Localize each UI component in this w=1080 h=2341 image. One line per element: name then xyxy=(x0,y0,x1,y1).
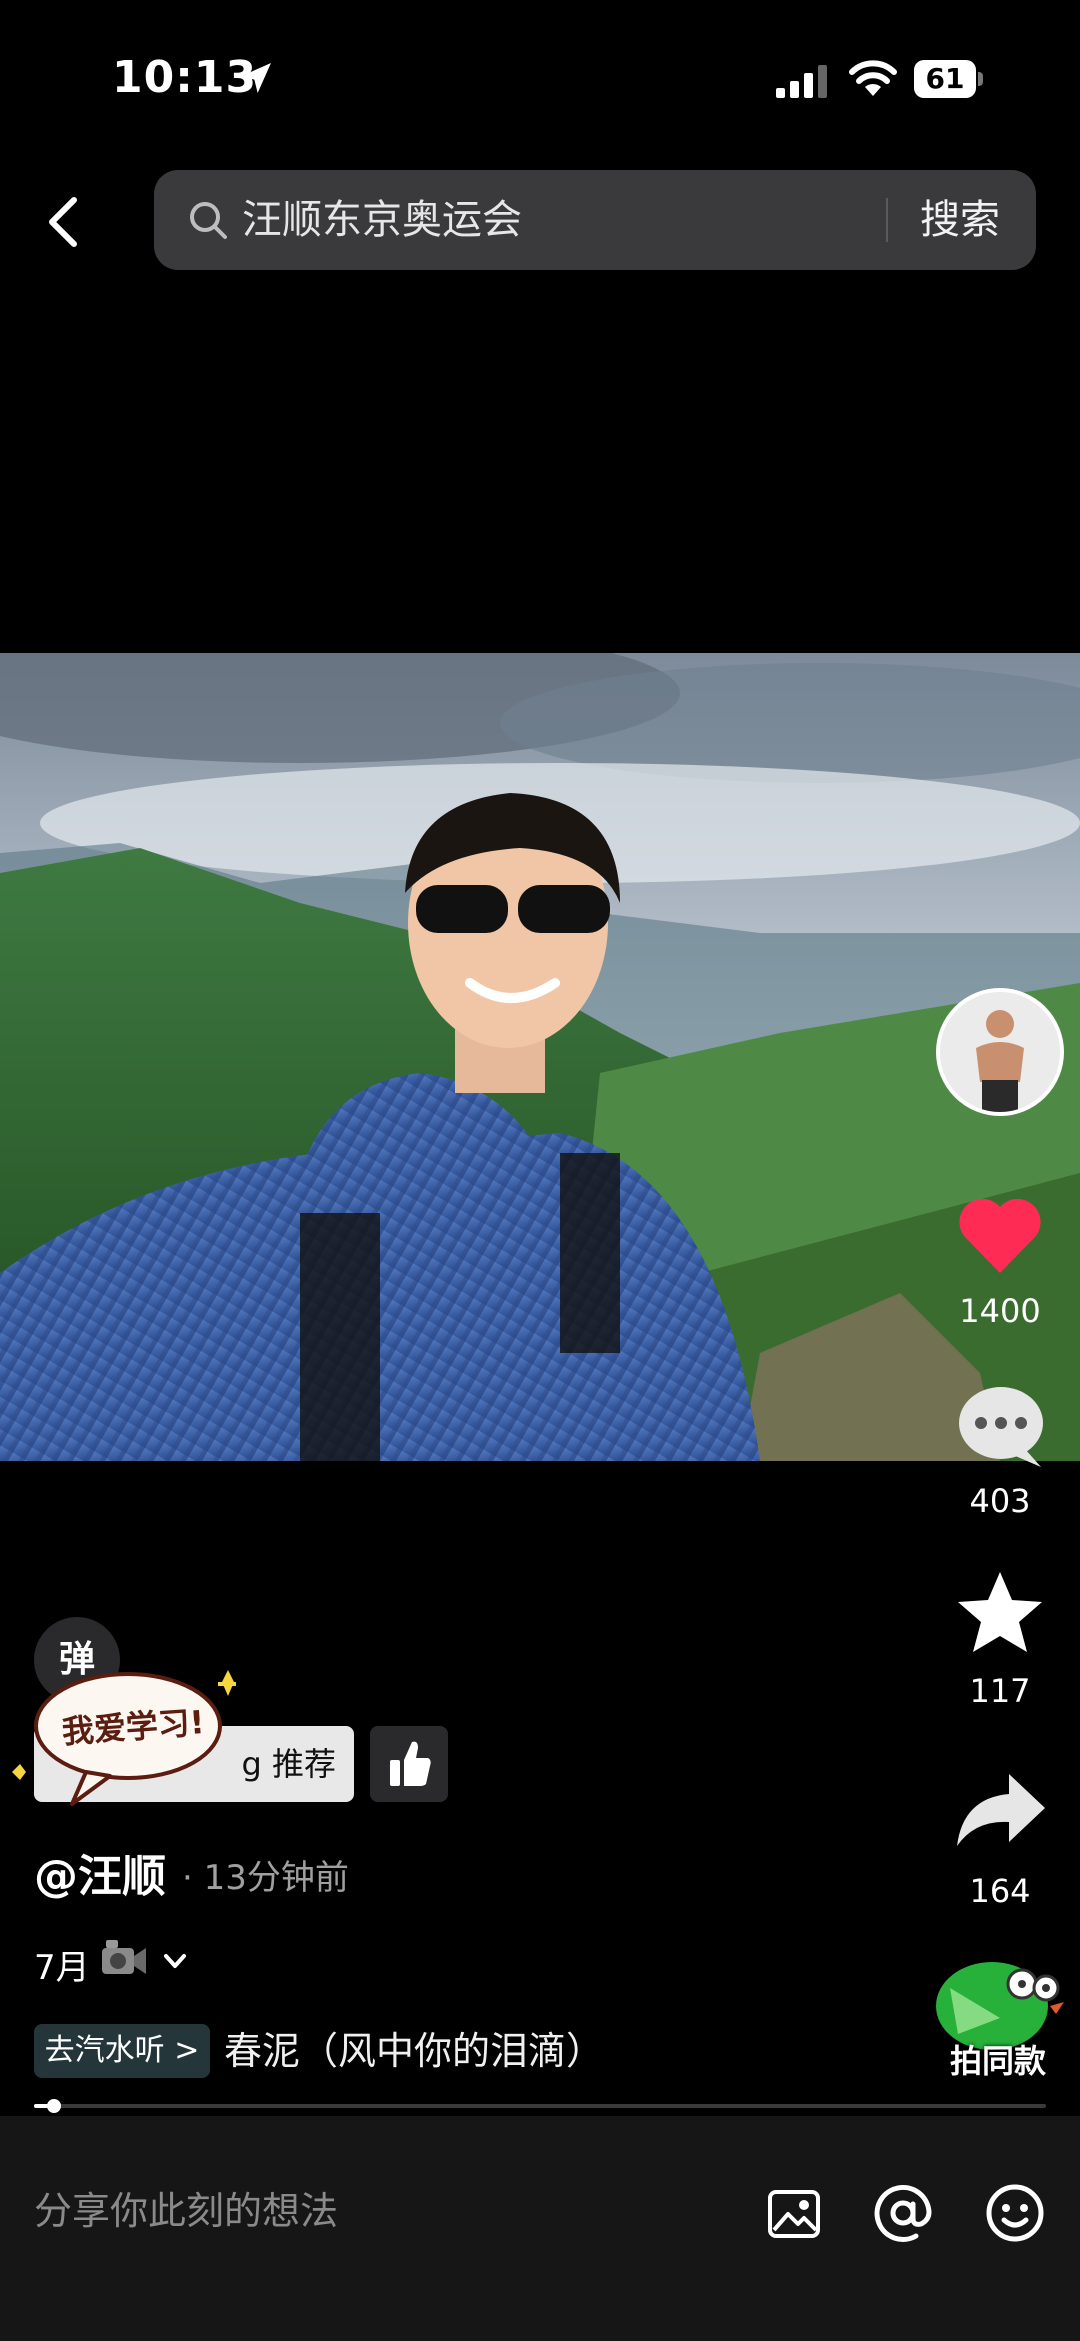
sticker-bubble-shape xyxy=(12,1670,236,1806)
wifi-icon xyxy=(849,60,897,96)
comment-bubble-icon[interactable] xyxy=(955,1383,1047,1469)
comment-bar: 分享你此刻的想法 xyxy=(0,2116,1080,2341)
author-name[interactable]: @汪顺 xyxy=(34,1840,166,1904)
post-time: · 13分钟前 xyxy=(182,1858,349,1898)
like-count: 1400 xyxy=(959,1292,1041,1330)
battery-icon: 61 xyxy=(914,60,984,98)
post-caption[interactable]: 7月 xyxy=(34,1940,90,1989)
search-icon xyxy=(190,202,227,239)
favorite-star-icon[interactable] xyxy=(955,1568,1045,1656)
video-player[interactable] xyxy=(0,653,1080,1461)
share-count: 164 xyxy=(969,1872,1031,1910)
same-style-label: 拍同款 xyxy=(949,2042,1046,2080)
author-avatar[interactable] xyxy=(936,988,1064,1116)
cellular-signal-icon xyxy=(776,65,827,98)
chevron-down-icon[interactable] xyxy=(160,1946,190,1976)
comment-count: 403 xyxy=(969,1482,1031,1520)
search-bar[interactable]: 汪顺东京奥运会 搜索 xyxy=(154,170,1036,270)
search-divider xyxy=(886,198,888,242)
study-sticker: 我爱学习! xyxy=(6,1668,236,1838)
back-button[interactable] xyxy=(40,192,90,252)
image-icon[interactable] xyxy=(766,2186,822,2242)
search-input[interactable]: 汪顺东京奥运会 xyxy=(242,194,522,246)
emoji-icon[interactable] xyxy=(984,2182,1046,2244)
favorite-count: 117 xyxy=(969,1672,1031,1710)
music-title[interactable]: 春泥（风中你的泪滴） xyxy=(224,2026,604,2076)
share-arrow-icon[interactable] xyxy=(955,1772,1047,1848)
video-scene-mountain-selfie xyxy=(0,653,1080,1461)
recommend-text: g 推荐 xyxy=(241,1745,337,1783)
search-button[interactable]: 搜索 xyxy=(920,194,1000,246)
video-progress-bar[interactable] xyxy=(34,2099,1046,2113)
thumbs-up-icon xyxy=(390,1741,431,1786)
video-camera-emoji-icon xyxy=(102,1940,146,1974)
location-arrow-icon xyxy=(241,63,271,93)
recommend-thumbs-up-button[interactable] xyxy=(370,1726,448,1802)
avatar-image xyxy=(940,992,1060,1112)
like-heart-icon[interactable] xyxy=(955,1195,1045,1277)
progress-thumb[interactable] xyxy=(47,2099,62,2113)
mention-at-icon[interactable] xyxy=(872,2182,934,2244)
battery-level: 61 xyxy=(925,62,965,95)
music-app-link[interactable]: 去汽水听 > xyxy=(34,2024,210,2078)
same-style-button[interactable]: 拍同款 xyxy=(930,1958,1066,2080)
comment-input[interactable]: 分享你此刻的想法 xyxy=(34,2170,338,2252)
